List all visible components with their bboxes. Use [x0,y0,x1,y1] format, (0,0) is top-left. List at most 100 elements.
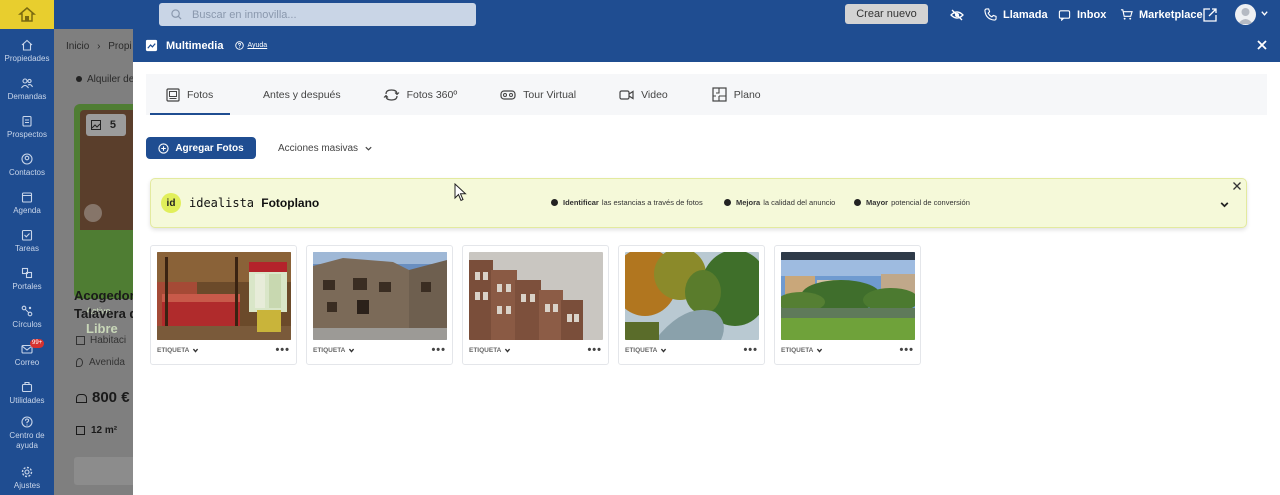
nav-llamada[interactable]: Llamada [984,0,1048,29]
chevron-down-icon [193,348,199,353]
sidebar-item-portales[interactable]: Portales [0,267,54,292]
nav-inbox[interactable]: Inbox [1058,0,1106,29]
tab-fotos[interactable]: Fotos [146,74,230,115]
external-link[interactable] [1203,0,1223,29]
sidebar-item-label: Portales [12,282,42,291]
exit-icon [1203,7,1217,22]
help-link[interactable]: Ayuda [235,41,267,50]
home-icon [21,39,33,51]
chevron-down-icon [661,348,667,353]
photo-card[interactable]: ETIQUETA ••• [462,245,609,365]
nav-marketplace-label: Marketplace [1139,8,1203,21]
sidebar-item-contactos[interactable]: Contactos [0,153,54,178]
property-rooms: Habitaci [76,335,126,346]
sidebar-item-label: Círculos [12,320,42,329]
tab-antes-y-despues[interactable]: Antes y después [263,74,341,115]
help-link-label: Ayuda [247,42,268,49]
location-icon [76,357,83,367]
photo-river-autumn[interactable] [625,252,759,340]
photo-tag-dropdown[interactable]: ETIQUETA [313,347,355,354]
breadcrumb-separator: › [97,41,101,52]
more-options-icon[interactable]: ••• [275,345,290,356]
bulk-actions-dropdown[interactable]: Acciones masivas [278,137,373,159]
photo-tag-dropdown[interactable]: ETIQUETA [625,347,667,354]
photo-tag-label: ETIQUETA [157,347,190,354]
close-icon[interactable] [1232,181,1242,191]
add-photos-button[interactable]: Agregar Fotos [146,137,256,159]
more-options-icon[interactable]: ••• [587,345,602,356]
chevron-down-icon[interactable] [1260,9,1269,18]
sidebar-item-agenda[interactable]: Agenda [0,191,54,216]
banner-feature-bold: Mayor [866,198,889,207]
global-search[interactable] [159,3,476,26]
people-icon [76,393,87,403]
task-icon [21,229,33,241]
photo-card[interactable]: ETIQUETA ••• [150,245,297,365]
tab-plano[interactable]: Plano [712,74,761,115]
photo-tag-label: ETIQUETA [313,347,346,354]
bed-icon [76,335,85,345]
tab-fotos-360[interactable]: Fotos 360º [383,74,457,115]
breadcrumb-propiedades[interactable]: Propi [108,41,131,52]
sidebar-item-label: Ajustes [13,481,41,490]
photo-bedroom[interactable] [157,252,291,340]
visibility-toggle[interactable] [950,0,970,29]
sidebar-item-label: Correo [14,358,40,367]
banner-feature: Identificar las estancias a través de fo… [551,198,703,207]
photo-card[interactable]: ETIQUETA ••• [774,245,921,365]
sidebar-item-propiedades[interactable]: Propiedades [0,39,54,64]
chevron-left-icon[interactable] [84,204,102,222]
chevron-down-icon [505,348,511,353]
vr-headset-icon [500,89,516,100]
check-circle-icon [854,199,861,206]
app-logo[interactable] [0,0,54,29]
more-options-icon[interactable]: ••• [431,345,446,356]
banner-feature-text: las estancias a través de fotos [601,198,703,207]
multimedia-icon [145,39,158,52]
photo-card[interactable]: ETIQUETA ••• [306,245,453,365]
sidebar-item-correo[interactable]: 99+ Correo [0,339,54,368]
close-icon[interactable] [1256,39,1268,51]
photo-card[interactable]: ETIQUETA ••• [618,245,765,365]
photo-stone-house[interactable] [313,252,447,340]
create-new-button[interactable]: Crear nuevo [845,4,928,24]
user-avatar[interactable] [1235,4,1256,25]
video-camera-icon [619,89,634,100]
sidebar-item-ajustes[interactable]: Ajustes [0,466,54,491]
sidebar-item-label: Prospectos [6,130,48,139]
background-action-button[interactable] [74,457,134,485]
property-title: Acogedor Talavera d [74,287,137,323]
chevron-down-icon[interactable] [1219,199,1230,210]
sidebar-item-demandas[interactable]: Demandas [0,77,54,102]
photo-brick-buildings[interactable] [469,252,603,340]
tab-video[interactable]: Video [619,74,668,115]
photo-tag-dropdown[interactable]: ETIQUETA [781,347,823,354]
more-options-icon[interactable]: ••• [743,345,758,356]
sidebar-item-centro-de-ayuda[interactable]: Centro de ayuda [0,416,54,451]
modal-title: Multimedia [166,39,224,52]
property-price: 800 € [76,389,130,406]
mouse-cursor-icon [454,183,467,202]
tab-tour-virtual[interactable]: Tour Virtual [500,74,576,115]
photo-tag-dropdown[interactable]: ETIQUETA [157,347,199,354]
plus-circle-icon [158,142,169,154]
breadcrumb-home[interactable]: Inicio [66,41,89,52]
sidebar-item-prospectos[interactable]: Prospectos [0,115,54,140]
photo-tag-dropdown[interactable]: ETIQUETA [469,347,511,354]
photo-river-park[interactable] [781,252,915,340]
status-libre: Libre [86,321,118,336]
property-card[interactable]: 5 Activo Libre [74,104,134,336]
search-icon [171,9,182,20]
nav-marketplace[interactable]: Marketplace [1120,0,1203,29]
search-input[interactable] [192,8,452,21]
sidebar-item-circulos[interactable]: Círculos [0,305,54,330]
phone-icon [984,8,997,21]
modal-header: Multimedia Ayuda [133,29,1280,62]
more-options-icon[interactable]: ••• [899,345,914,356]
tab-video-label: Video [641,88,668,101]
media-tabs: Fotos Antes y después Fotos 360º Tour Vi… [146,74,1267,115]
sidebar-item-utilidades[interactable]: Utilidades [0,381,54,406]
background-property-page: Inicio › Propi Alquiler de 5 Activo Libr… [54,29,137,495]
sidebar-item-tareas[interactable]: Tareas [0,229,54,254]
brand-prefix: idealista [189,196,255,210]
